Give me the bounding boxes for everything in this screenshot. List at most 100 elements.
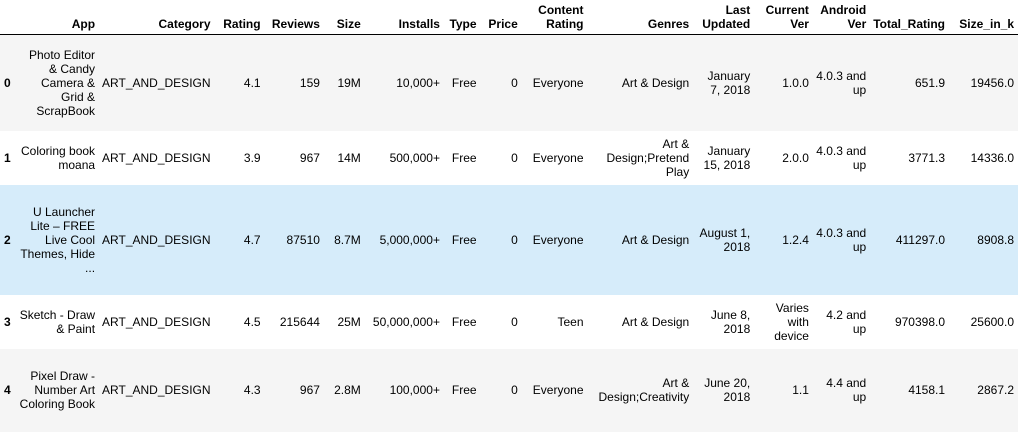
table-row: 0 Photo Editor & Candy Camera & Grid & S… xyxy=(0,34,1018,131)
cell-android-ver: 4.2 and up xyxy=(826,307,867,336)
cell-installs: 5,000,000+ xyxy=(379,232,440,247)
cell-type: Free xyxy=(451,314,477,329)
column-header-category: Category xyxy=(99,0,215,35)
row-index: 4 xyxy=(4,383,11,397)
cell-reviews: 967 xyxy=(299,383,320,397)
cell-category: ART_AND_DESIGN xyxy=(102,383,211,397)
cell-total-rating: 970398.0 xyxy=(894,314,946,329)
table-header: App Category Rating Reviews Size Install… xyxy=(0,0,1018,35)
cell-reviews: 967 xyxy=(299,150,320,165)
cell-size-in-k: 25600.0 xyxy=(970,314,1014,329)
cell-category: ART_AND_DESIGN xyxy=(102,75,211,90)
cell-price: 0 xyxy=(511,75,518,90)
column-header-type: Type xyxy=(443,0,481,35)
cell-total-rating: 4158.1 xyxy=(908,383,946,397)
dataframe-output: App Category Rating Reviews Size Install… xyxy=(0,0,1018,434)
cell-size: 19M xyxy=(337,75,361,90)
cell-content-rating: Teen xyxy=(557,314,584,329)
cell-genres: Art & Design xyxy=(621,75,690,90)
table-body: 0 Photo Editor & Candy Camera & Grid & S… xyxy=(0,34,1018,432)
cell-type: Free xyxy=(451,150,477,165)
cell-price: 0 xyxy=(511,383,518,397)
column-header-current-ver: Current Ver xyxy=(754,0,813,35)
cell-last-updated: June 8, 2018 xyxy=(710,307,751,336)
cell-current-ver: 1.2.4 xyxy=(782,232,809,247)
cell-total-rating: 3771.3 xyxy=(908,150,946,165)
cell-size-in-k: 2867.2 xyxy=(977,383,1014,397)
row-index: 0 xyxy=(4,75,11,90)
cell-price: 0 xyxy=(511,232,518,247)
cell-content-rating: Everyone xyxy=(532,150,584,165)
cell-content-rating: Everyone xyxy=(532,75,584,90)
cell-genres: Art & Design xyxy=(621,314,690,329)
table-row: 2 U Launcher Lite – FREE Live Cool Theme… xyxy=(0,184,1018,295)
cell-genres: Art & Design;Creativity xyxy=(598,376,690,404)
cell-genres: Art & Design;Pretend Play xyxy=(606,136,690,179)
column-header-price: Price xyxy=(480,0,522,35)
cell-size: 2.8M xyxy=(334,383,361,397)
cell-app: Sketch - Draw & Paint xyxy=(19,307,96,336)
column-header-reviews: Reviews xyxy=(264,0,324,35)
column-header-size: Size xyxy=(323,0,365,35)
column-header-size-in-k: Size_in_k xyxy=(949,0,1018,35)
row-index: 1 xyxy=(4,150,11,165)
cell-size-in-k: 14336.0 xyxy=(970,150,1014,165)
cell-current-ver: 2.0.0 xyxy=(782,150,809,165)
table-row: 3 Sketch - Draw & Paint ART_AND_DESIGN 4… xyxy=(0,294,1018,349)
column-header-total-rating: Total_Rating xyxy=(870,0,950,35)
cell-total-rating: 651.9 xyxy=(914,75,946,90)
cell-price: 0 xyxy=(511,150,518,165)
cell-category: ART_AND_DESIGN xyxy=(102,150,211,165)
cell-installs: 100,000+ xyxy=(389,383,440,397)
cell-reviews: 87510 xyxy=(286,232,320,247)
column-header-content-rating: Content Rating xyxy=(521,0,588,35)
cell-current-ver: Varies with device xyxy=(774,300,809,343)
cell-last-updated: January 7, 2018 xyxy=(707,68,751,97)
cell-rating: 4.1 xyxy=(243,75,261,90)
cell-category: ART_AND_DESIGN xyxy=(102,232,211,247)
cell-android-ver: 4.0.3 and up xyxy=(816,143,867,172)
column-header-last-updated: Last Updated xyxy=(693,0,755,35)
cell-rating: 4.5 xyxy=(243,314,261,329)
cell-app: Coloring book moana xyxy=(21,143,96,172)
row-index: 2 xyxy=(4,232,11,247)
cell-type: Free xyxy=(451,75,477,90)
cell-installs: 500,000+ xyxy=(389,150,440,165)
cell-size: 14M xyxy=(337,150,361,165)
column-header-app: App xyxy=(14,0,100,35)
cell-price: 0 xyxy=(511,314,518,329)
cell-current-ver: 1.1 xyxy=(792,383,809,397)
cell-app: Photo Editor & Candy Camera & Grid & Scr… xyxy=(29,47,96,118)
cell-rating: 4.3 xyxy=(243,383,261,397)
cell-size: 25M xyxy=(337,314,361,329)
cell-installs: 50,000,000+ xyxy=(372,314,440,329)
cell-category: ART_AND_DESIGN xyxy=(102,314,211,329)
cell-size: 8.7M xyxy=(334,232,361,247)
table-row: 4 Pixel Draw - Number Art Coloring Book … xyxy=(0,348,1018,432)
column-header-rating: Rating xyxy=(214,0,265,35)
cell-content-rating: Everyone xyxy=(532,383,584,397)
cell-type: Free xyxy=(451,383,477,397)
table-row: 1 Coloring book moana ART_AND_DESIGN 3.9… xyxy=(0,130,1018,185)
cell-size-in-k: 19456.0 xyxy=(970,75,1014,90)
column-header-index xyxy=(0,0,15,35)
cell-rating: 4.7 xyxy=(243,232,261,247)
cell-content-rating: Everyone xyxy=(532,232,584,247)
column-header-installs: Installs xyxy=(364,0,444,35)
column-header-genres: Genres xyxy=(587,0,694,35)
cell-type: Free xyxy=(451,232,477,247)
row-index: 3 xyxy=(4,314,11,329)
cell-app: U Launcher Lite – FREE Live Cool Themes,… xyxy=(20,204,96,275)
cell-app: Pixel Draw - Number Art Coloring Book xyxy=(19,369,96,411)
column-header-android-ver: Android Ver xyxy=(812,0,871,35)
cell-last-updated: August 1, 2018 xyxy=(699,225,751,254)
header-row: App Category Rating Reviews Size Install… xyxy=(0,0,1018,35)
cell-reviews: 215644 xyxy=(279,314,320,329)
cell-total-rating: 411297.0 xyxy=(895,232,946,247)
cell-android-ver: 4.0.3 and up xyxy=(816,225,867,254)
cell-installs: 10,000+ xyxy=(396,75,440,90)
cell-android-ver: 4.0.3 and up xyxy=(816,68,867,97)
dataframe-table: App Category Rating Reviews Size Install… xyxy=(0,0,1018,432)
cell-size-in-k: 8908.8 xyxy=(977,232,1014,247)
cell-last-updated: January 15, 2018 xyxy=(703,143,751,172)
